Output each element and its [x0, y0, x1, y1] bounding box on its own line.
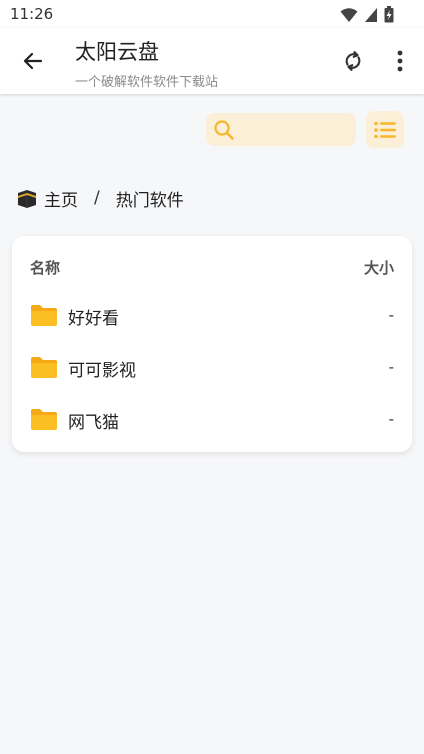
folder-icon — [31, 409, 57, 430]
status-bar: 11:26 — [0, 0, 424, 28]
file-row[interactable]: 网飞猫 - — [12, 398, 412, 442]
battery-icon — [384, 6, 394, 23]
breadcrumb: 主页 / 热门软件 — [16, 185, 184, 211]
back-button[interactable] — [18, 46, 48, 76]
breadcrumb-home[interactable]: 主页 — [44, 186, 78, 211]
column-header-name[interactable]: 名称 — [30, 257, 60, 278]
status-icons — [340, 6, 394, 23]
app-bar: 太阳云盘 一个破解软件软件下载站 — [0, 28, 424, 94]
folder-icon — [31, 305, 57, 326]
file-row[interactable]: 好好看 - — [12, 294, 412, 338]
status-time: 11:26 — [10, 5, 54, 23]
file-row[interactable]: 可可影视 - — [12, 346, 412, 390]
search-input[interactable] — [240, 113, 354, 148]
breadcrumb-current: 热门软件 — [115, 190, 184, 211]
column-header-size[interactable]: 大小 — [364, 257, 394, 278]
more-options-button[interactable] — [388, 46, 412, 76]
arrow-left-icon — [23, 52, 43, 70]
folder-icon — [31, 357, 57, 378]
signal-icon — [365, 7, 377, 22]
list-icon — [374, 121, 396, 138]
app-title: 太阳云盘 — [75, 40, 159, 64]
file-size: - — [388, 306, 394, 324]
file-name: 好好看 — [68, 309, 119, 329]
breadcrumb-separator: / — [94, 188, 100, 208]
list-view-button[interactable] — [366, 111, 404, 148]
file-size: - — [388, 410, 394, 428]
more-vertical-icon — [397, 50, 403, 72]
search-icon — [214, 120, 234, 140]
kaaba-icon — [18, 190, 36, 208]
file-name: 网飞猫 — [68, 413, 119, 433]
refresh-button[interactable] — [338, 46, 368, 76]
file-list-card: 名称 大小 好好看 - 可可影视 - 网飞猫 - — [12, 236, 412, 452]
file-name: 可可影视 — [68, 361, 136, 381]
file-size: - — [388, 358, 394, 376]
search-box[interactable] — [206, 113, 356, 148]
wifi-icon — [340, 7, 358, 22]
refresh-icon — [345, 51, 361, 71]
app-subtitle: 一个破解软件软件下载站 — [75, 75, 219, 90]
